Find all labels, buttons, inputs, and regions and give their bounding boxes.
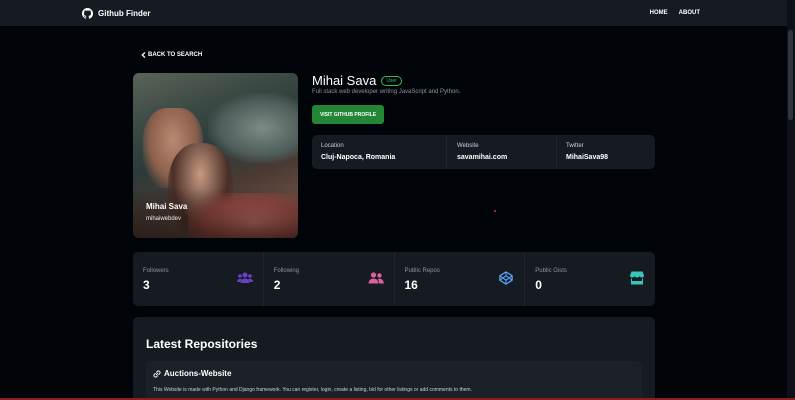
stat-value: 16 <box>404 278 418 292</box>
link-icon <box>153 369 161 378</box>
info-label: Website <box>457 143 479 149</box>
avatar-card: Mihai Sava mihaiwebdev <box>133 73 298 238</box>
twitter-link[interactable]: MihaiSava98 <box>566 154 608 161</box>
users-icon <box>236 272 253 283</box>
cursor-dot <box>494 210 496 212</box>
navbar: Github Finder HOME ABOUT <box>0 0 787 26</box>
nav-home-link[interactable]: HOME <box>650 10 668 16</box>
avatar-overlay <box>133 188 298 238</box>
stat-public-repos: Public Repos 16 <box>393 252 525 306</box>
brand-link[interactable]: Github Finder <box>82 7 151 19</box>
stat-label: Following <box>273 268 300 274</box>
profile-name: Mihai Sava <box>312 73 377 88</box>
stat-following: Following 2 <box>262 252 394 306</box>
repo-name[interactable]: Auctions-Website <box>153 369 231 378</box>
info-website: Website savamihai.com <box>446 135 556 169</box>
stat-value: 2 <box>273 278 281 292</box>
stat-public-gists: Public Gists 0 <box>524 252 655 306</box>
stats-card: Followers 3 Following 2 Public Repos 16 … <box>133 252 655 306</box>
visit-github-profile-button[interactable]: VISIT GITHUB PROFILE <box>312 105 384 124</box>
user-type-badge: User <box>381 75 402 86</box>
stat-label: Public Repos <box>404 268 440 274</box>
profile-heading: Mihai Sava User <box>312 73 402 88</box>
back-link-label: BACK TO SEARCH <box>148 52 203 58</box>
avatar-login: mihaiwebdev <box>146 216 182 222</box>
stat-value: 0 <box>535 278 542 292</box>
stat-label: Followers <box>143 268 169 274</box>
nav-about-link[interactable]: ABOUT <box>679 10 700 16</box>
repo-description: This Website is made with Python and Dja… <box>153 387 472 393</box>
stat-followers: Followers 3 <box>133 252 263 306</box>
repos-card: Latest Repositories Auctions-Website Thi… <box>133 317 655 400</box>
user-friends-icon <box>368 272 384 284</box>
website-link[interactable]: savamihai.com <box>457 154 507 161</box>
stat-label: Public Gists <box>535 268 567 274</box>
brand-title: Github Finder <box>98 8 151 18</box>
info-twitter: Twitter MihaiSava98 <box>556 135 655 169</box>
chevron-left-icon <box>141 52 146 58</box>
info-location: Location Cluj-Napoca, Romania <box>312 135 446 169</box>
vertical-scrollbar[interactable] <box>787 0 795 400</box>
repo-name-label: Auctions-Website <box>164 369 232 378</box>
info-label: Location <box>321 143 344 149</box>
stat-value: 3 <box>143 278 150 292</box>
codepen-icon <box>499 271 513 285</box>
info-label: Twitter <box>566 143 584 149</box>
avatar-name: Mihai Sava <box>146 202 188 211</box>
repos-title: Latest Repositories <box>146 337 258 351</box>
github-icon <box>82 7 93 19</box>
scrollbar-thumb[interactable] <box>788 30 793 120</box>
back-to-search-link[interactable]: BACK TO SEARCH <box>141 52 202 58</box>
profile-bio: Full stack web developer writing JavaScr… <box>312 89 461 95</box>
store-icon <box>630 271 644 285</box>
info-card: Location Cluj-Napoca, Romania Website sa… <box>312 135 655 169</box>
info-value: Cluj-Napoca, Romania <box>321 154 396 161</box>
nav-links: HOME ABOUT <box>650 10 700 16</box>
repo-item[interactable]: Auctions-Website This Website is made wi… <box>146 361 642 400</box>
